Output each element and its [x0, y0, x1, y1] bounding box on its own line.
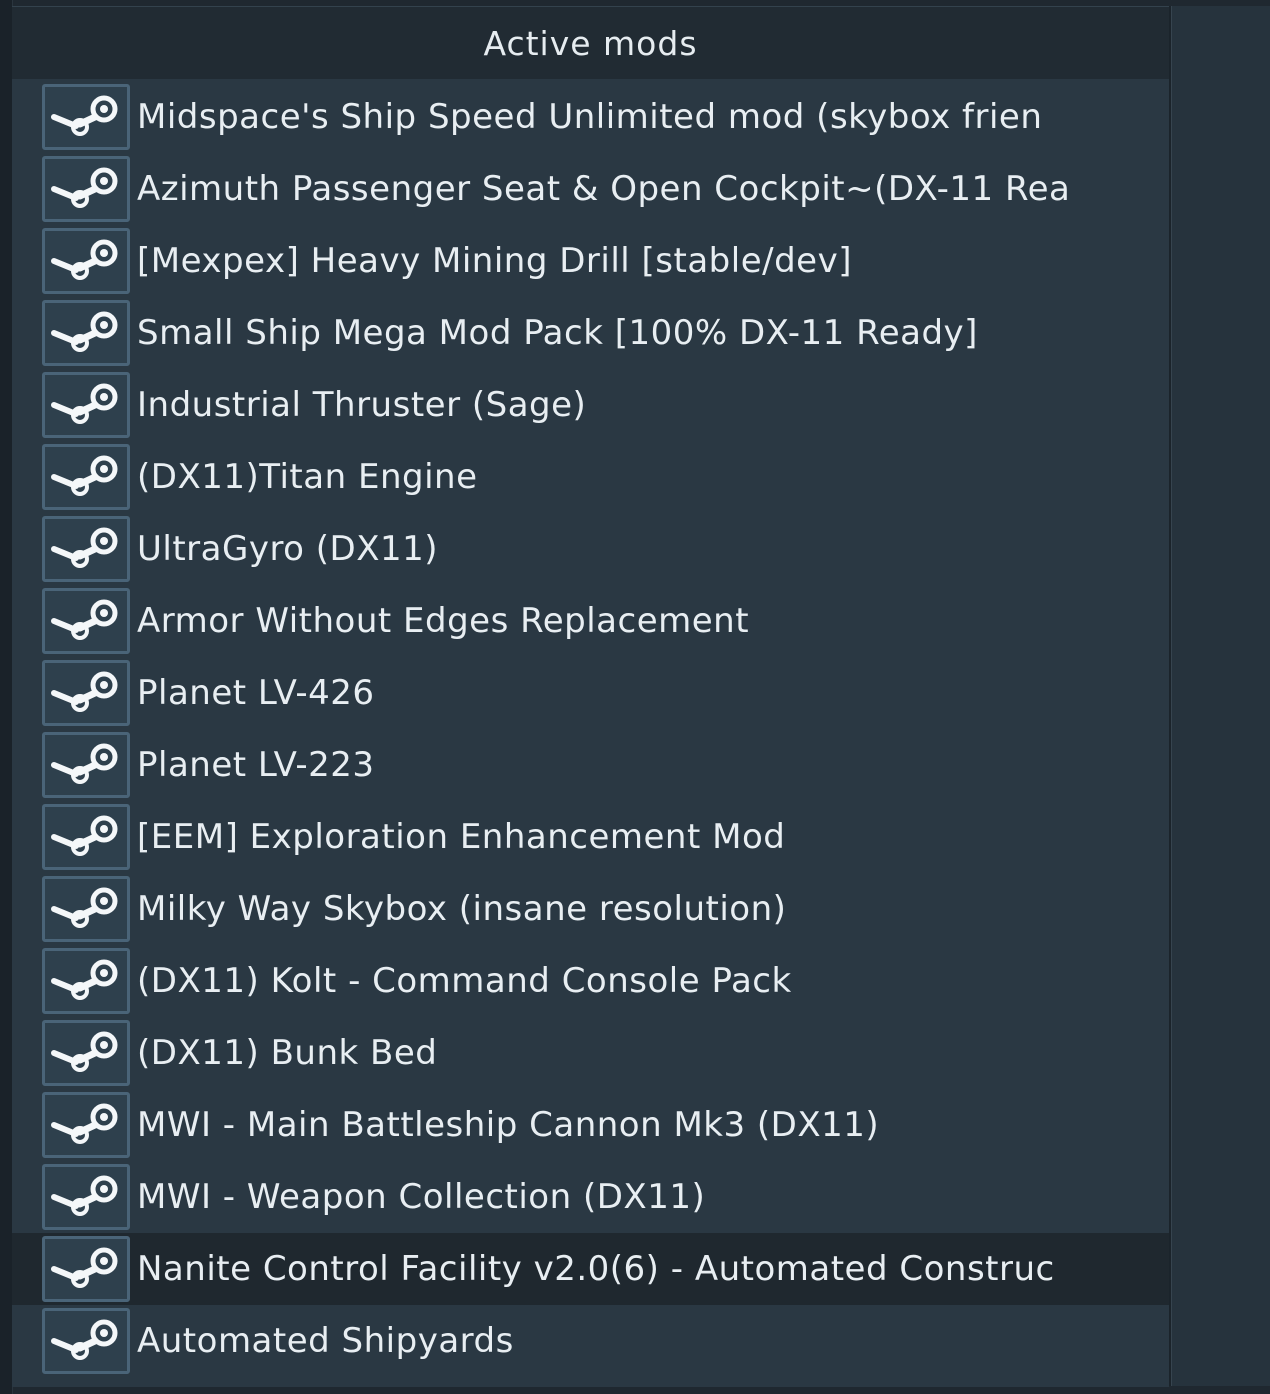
panel-title: Active mods [483, 23, 698, 63]
steam-icon [42, 372, 130, 438]
steam-icon [42, 876, 130, 942]
steam-icon [42, 1164, 130, 1230]
steam-icon [42, 660, 130, 726]
mod-list-item[interactable]: Azimuth Passenger Seat & Open Cockpit~(D… [12, 153, 1169, 225]
mod-name: (DX11) Kolt - Command Console Pack [137, 961, 792, 1001]
mod-name: (DX11)Titan Engine [137, 457, 478, 497]
steam-icon [42, 804, 130, 870]
mod-list-item[interactable]: Planet LV-223 [12, 729, 1169, 801]
scrollbar-track[interactable] [1169, 6, 1270, 1386]
mod-list-item[interactable]: Small Ship Mega Mod Pack [100% DX-11 Rea… [12, 297, 1169, 369]
scrollbar-inner [1171, 6, 1270, 1386]
mod-list-item[interactable]: [Mexpex] Heavy Mining Drill [stable/dev] [12, 225, 1169, 297]
mod-list-item[interactable]: MWI - Weapon Collection (DX11) [12, 1161, 1169, 1233]
mod-name: Nanite Control Facility v2.0(6) - Automa… [137, 1249, 1055, 1289]
mod-name: [EEM] Exploration Enhancement Mod [137, 817, 786, 857]
mod-name: Planet LV-426 [137, 673, 375, 713]
steam-icon [42, 516, 130, 582]
steam-icon [42, 444, 130, 510]
mod-list-item[interactable]: [EEM] Exploration Enhancement Mod [12, 801, 1169, 873]
mod-list-item[interactable]: MWI - Main Battleship Cannon Mk3 (DX11) [12, 1089, 1169, 1161]
mod-name: Midspace's Ship Speed Unlimited mod (sky… [137, 97, 1043, 137]
mod-list-item[interactable]: Milky Way Skybox (insane resolution) [12, 873, 1169, 945]
mod-list-item[interactable]: Industrial Thruster (Sage) [12, 369, 1169, 441]
mod-list-item[interactable]: (DX11) Bunk Bed [12, 1017, 1169, 1089]
steam-icon [42, 948, 130, 1014]
mod-list-item[interactable]: Automated Shipyards [12, 1305, 1169, 1377]
mod-name: Milky Way Skybox (insane resolution) [137, 889, 787, 929]
mod-name: [Mexpex] Heavy Mining Drill [stable/dev] [137, 241, 852, 281]
mod-list-item[interactable]: UltraGyro (DX11) [12, 513, 1169, 585]
steam-icon [42, 1308, 130, 1374]
mod-name: Armor Without Edges Replacement [137, 601, 750, 641]
mod-name: Small Ship Mega Mod Pack [100% DX-11 Rea… [137, 313, 978, 353]
steam-icon [42, 588, 130, 654]
active-mods-panel: Active mods Midspace's Ship Speed Unlimi… [12, 6, 1169, 1387]
mod-name: MWI - Main Battleship Cannon Mk3 (DX11) [137, 1105, 880, 1145]
mod-name: Azimuth Passenger Seat & Open Cockpit~(D… [137, 169, 1071, 209]
steam-icon [42, 1020, 130, 1086]
steam-icon [42, 228, 130, 294]
mod-name: MWI - Weapon Collection (DX11) [137, 1177, 706, 1217]
mod-list-item[interactable]: Midspace's Ship Speed Unlimited mod (sky… [12, 81, 1169, 153]
mod-list-item[interactable]: (DX11) Kolt - Command Console Pack [12, 945, 1169, 1017]
mod-name: UltraGyro (DX11) [137, 529, 439, 569]
mod-name: Automated Shipyards [137, 1321, 514, 1361]
mod-name: Planet LV-223 [137, 745, 375, 785]
active-mods-list[interactable]: Midspace's Ship Speed Unlimited mod (sky… [12, 81, 1169, 1377]
steam-icon [42, 84, 130, 150]
steam-icon [42, 156, 130, 222]
mod-list-item[interactable]: Planet LV-426 [12, 657, 1169, 729]
steam-icon [42, 1236, 130, 1302]
steam-icon [42, 300, 130, 366]
mod-name: Industrial Thruster (Sage) [137, 385, 587, 425]
steam-icon [42, 732, 130, 798]
steam-icon [42, 1092, 130, 1158]
app-frame: Active mods Midspace's Ship Speed Unlimi… [0, 0, 1270, 1394]
mod-list-item[interactable]: Armor Without Edges Replacement [12, 585, 1169, 657]
mod-name: (DX11) Bunk Bed [137, 1033, 438, 1073]
mod-list-item[interactable]: (DX11)Titan Engine [12, 441, 1169, 513]
panel-header: Active mods [12, 7, 1169, 79]
mod-list-item[interactable]: Nanite Control Facility v2.0(6) - Automa… [12, 1233, 1169, 1305]
